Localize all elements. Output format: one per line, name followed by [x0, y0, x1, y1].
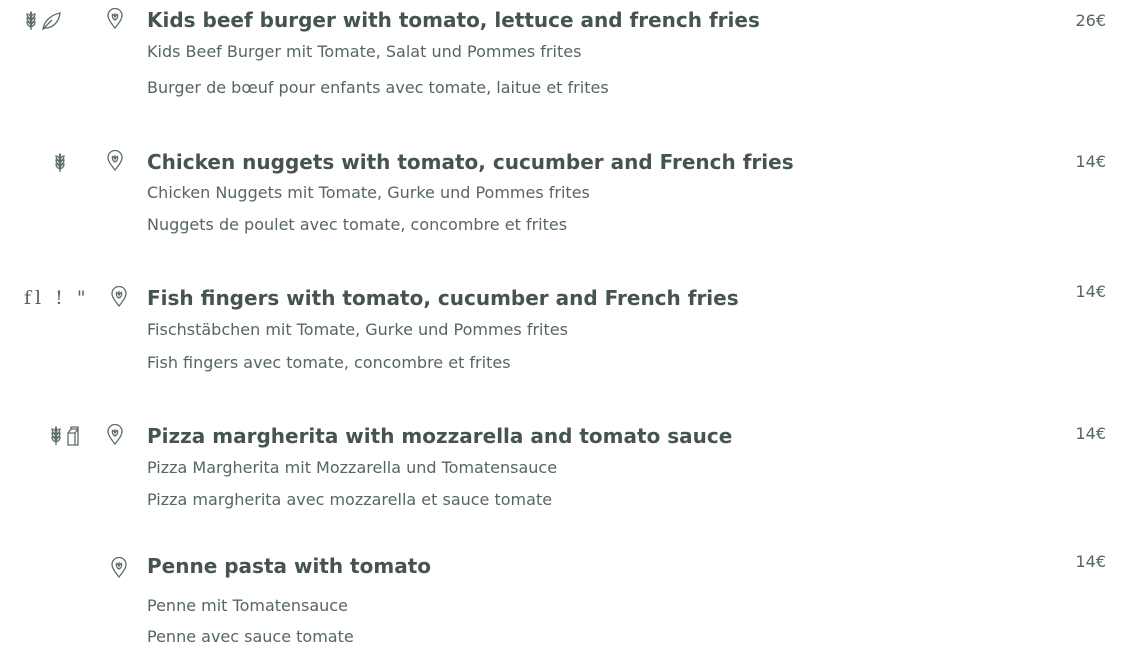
menu-item: Pizza margherita with mozzarella and tom… [0, 414, 1125, 534]
dish-title: Kids beef burger with tomato, lettuce an… [147, 8, 760, 32]
allergen-icons [49, 424, 81, 448]
dish-price: 14€ [1075, 552, 1106, 571]
dish-description-french: Burger de bœuf pour enfants avec tomate,… [147, 78, 609, 97]
dish-description-german: Pizza Margherita mit Mozzarella und Toma… [147, 458, 558, 477]
menu-item: Penne pasta with tomato Penne mit Tomate… [0, 542, 1125, 662]
dish-title: Penne pasta with tomato [147, 554, 431, 578]
menu-item: fl ! " Fish fingers with tomato, cucumbe… [0, 276, 1125, 396]
wheat-icon [51, 426, 61, 445]
dish-description-german: Chicken Nuggets mit Tomate, Gurke und Po… [147, 183, 590, 202]
map-pin-icon [107, 7, 123, 29]
dish-title: Chicken nuggets with tomato, cucumber an… [147, 150, 794, 174]
dish-price: 14€ [1075, 282, 1106, 301]
dish-description-french: Pizza margherita avec mozzarella et sauc… [147, 490, 553, 509]
map-pin-icon [111, 285, 127, 307]
allergen-icons [24, 9, 62, 33]
allergen-icons [53, 151, 67, 175]
allergen-icons: fl ! " [24, 286, 90, 310]
map-pin-icon [107, 149, 123, 171]
dish-title: Fish fingers with tomato, cucumber and F… [147, 286, 739, 310]
milk-carton-icon [67, 426, 79, 446]
dish-description-german: Penne mit Tomatensauce [147, 596, 348, 615]
dish-description-french: Penne avec sauce tomate [147, 627, 354, 646]
menu-item: Kids beef burger with tomato, lettuce an… [0, 0, 1125, 120]
wheat-icon [26, 11, 36, 30]
dish-description-german: Kids Beef Burger mit Tomate, Salat und P… [147, 42, 582, 61]
allergen-symbols-text: fl ! " [24, 287, 90, 309]
map-pin-icon [107, 423, 123, 445]
wheat-icon [55, 153, 65, 172]
dish-description-french: Fish fingers avec tomate, concombre et f… [147, 353, 511, 372]
leaf-icon [42, 12, 61, 31]
map-pin-icon [111, 556, 127, 578]
dish-price: 14€ [1075, 152, 1106, 171]
dish-price: 14€ [1075, 424, 1106, 443]
dish-title: Pizza margherita with mozzarella and tom… [147, 424, 733, 448]
dish-description-german: Fischstäbchen mit Tomate, Gurke und Pomm… [147, 320, 568, 339]
dish-description-french: Nuggets de poulet avec tomate, concombre… [147, 215, 568, 234]
dish-price: 26€ [1075, 11, 1106, 30]
menu-item: Chicken nuggets with tomato, cucumber an… [0, 140, 1125, 260]
